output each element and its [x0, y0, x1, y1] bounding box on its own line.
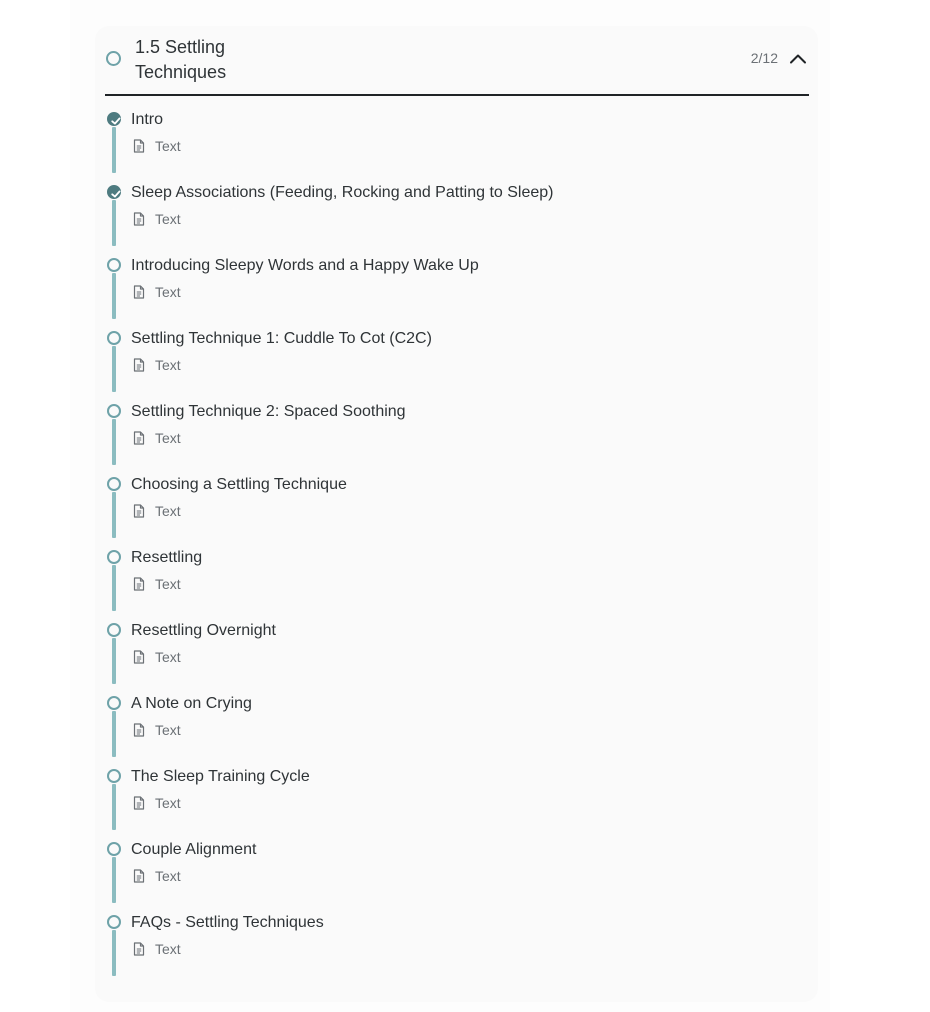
lesson-title[interactable]: FAQs - Settling Techniques [131, 913, 324, 933]
lesson-progress-rail [112, 200, 116, 246]
lesson-completed-check-icon [107, 112, 121, 126]
lesson-item-9[interactable]: A Note on Crying Text [95, 692, 818, 765]
lesson-progress-rail [112, 492, 116, 538]
lesson-incomplete-circle-icon [107, 842, 121, 856]
document-icon [133, 212, 145, 226]
lesson-progress-rail [112, 711, 116, 757]
collapse-button[interactable] [787, 48, 809, 68]
module-header[interactable]: 1.5 Settling Techniques 2/12 [105, 26, 809, 96]
document-icon [133, 650, 145, 664]
lesson-item-5[interactable]: Settling Technique 2: Spaced Soothing Te… [95, 400, 818, 473]
lesson-type-label: Text [155, 795, 181, 811]
lesson-type-label: Text [155, 138, 181, 154]
lesson-type: Text [133, 503, 181, 519]
lesson-incomplete-circle-icon [107, 331, 121, 345]
lesson-type: Text [133, 795, 181, 811]
lesson-type: Text [133, 284, 181, 300]
lesson-title[interactable]: Introducing Sleepy Words and a Happy Wak… [131, 256, 479, 276]
lesson-type-label: Text [155, 284, 181, 300]
lesson-list: Intro Text Sleep Associations (Feeding, … [95, 108, 818, 984]
module-progress-count: 2/12 [750, 50, 778, 66]
chevron-up-icon [790, 54, 806, 63]
lesson-item-2[interactable]: Sleep Associations (Feeding, Rocking and… [95, 181, 818, 254]
module-status-circle-icon [106, 51, 121, 66]
lesson-type: Text [133, 357, 181, 373]
lesson-title[interactable]: The Sleep Training Cycle [131, 767, 310, 787]
module-card: 1.5 Settling Techniques 2/12 Intro Text … [95, 26, 818, 1002]
lesson-incomplete-circle-icon [107, 404, 121, 418]
document-icon [133, 431, 145, 445]
lesson-title[interactable]: Resettling Overnight [131, 621, 276, 641]
lesson-type-label: Text [155, 868, 181, 884]
lesson-item-12[interactable]: FAQs - Settling Techniques Text [95, 911, 818, 984]
lesson-type: Text [133, 941, 181, 957]
lesson-title[interactable]: Sleep Associations (Feeding, Rocking and… [131, 183, 553, 203]
lesson-item-6[interactable]: Choosing a Settling Technique Text [95, 473, 818, 546]
document-icon [133, 942, 145, 956]
document-icon [133, 285, 145, 299]
lesson-incomplete-circle-icon [107, 623, 121, 637]
lesson-type: Text [133, 576, 181, 592]
lesson-type: Text [133, 211, 181, 227]
lesson-type: Text [133, 722, 181, 738]
lesson-progress-rail [112, 127, 116, 173]
lesson-incomplete-circle-icon [107, 769, 121, 783]
document-icon [133, 796, 145, 810]
lesson-progress-rail [112, 930, 116, 976]
lesson-type-label: Text [155, 576, 181, 592]
lesson-title[interactable]: Couple Alignment [131, 840, 256, 860]
document-icon [133, 358, 145, 372]
lesson-type-label: Text [155, 941, 181, 957]
lesson-title[interactable]: Resettling [131, 548, 202, 568]
lesson-type: Text [133, 868, 181, 884]
lesson-progress-rail [112, 638, 116, 684]
lesson-title[interactable]: Choosing a Settling Technique [131, 475, 347, 495]
lesson-title[interactable]: Settling Technique 1: Cuddle To Cot (C2C… [131, 329, 432, 349]
lesson-progress-rail [112, 273, 116, 319]
document-icon [133, 723, 145, 737]
lesson-item-11[interactable]: Couple Alignment Text [95, 838, 818, 911]
lesson-item-10[interactable]: The Sleep Training Cycle Text [95, 765, 818, 838]
module-title: 1.5 Settling Techniques [135, 37, 227, 82]
lesson-incomplete-circle-icon [107, 477, 121, 491]
lesson-completed-check-icon [107, 185, 121, 199]
lesson-title[interactable]: A Note on Crying [131, 694, 252, 714]
lesson-progress-rail [112, 346, 116, 392]
lesson-item-4[interactable]: Settling Technique 1: Cuddle To Cot (C2C… [95, 327, 818, 400]
lesson-progress-rail [112, 419, 116, 465]
checkmark-icon [111, 190, 121, 198]
lesson-type: Text [133, 138, 181, 154]
document-icon [133, 139, 145, 153]
document-icon [133, 869, 145, 883]
lesson-type: Text [133, 649, 181, 665]
lesson-incomplete-circle-icon [107, 258, 121, 272]
lesson-type-label: Text [155, 649, 181, 665]
lesson-incomplete-circle-icon [107, 550, 121, 564]
document-icon [133, 577, 145, 591]
lesson-item-3[interactable]: Introducing Sleepy Words and a Happy Wak… [95, 254, 818, 327]
lesson-item-7[interactable]: Resettling Text [95, 546, 818, 619]
lesson-item-1[interactable]: Intro Text [95, 108, 818, 181]
lesson-type-label: Text [155, 503, 181, 519]
lesson-type-label: Text [155, 722, 181, 738]
lesson-type-label: Text [155, 430, 181, 446]
lesson-type-label: Text [155, 357, 181, 373]
lesson-progress-rail [112, 857, 116, 903]
lesson-type: Text [133, 430, 181, 446]
lesson-progress-rail [112, 784, 116, 830]
lesson-incomplete-circle-icon [107, 696, 121, 710]
checkmark-icon [111, 117, 121, 125]
lesson-title[interactable]: Intro [131, 110, 163, 130]
lesson-title[interactable]: Settling Technique 2: Spaced Soothing [131, 402, 406, 422]
lesson-item-8[interactable]: Resettling Overnight Text [95, 619, 818, 692]
lesson-type-label: Text [155, 211, 181, 227]
document-icon [133, 504, 145, 518]
lesson-progress-rail [112, 565, 116, 611]
lesson-incomplete-circle-icon [107, 915, 121, 929]
